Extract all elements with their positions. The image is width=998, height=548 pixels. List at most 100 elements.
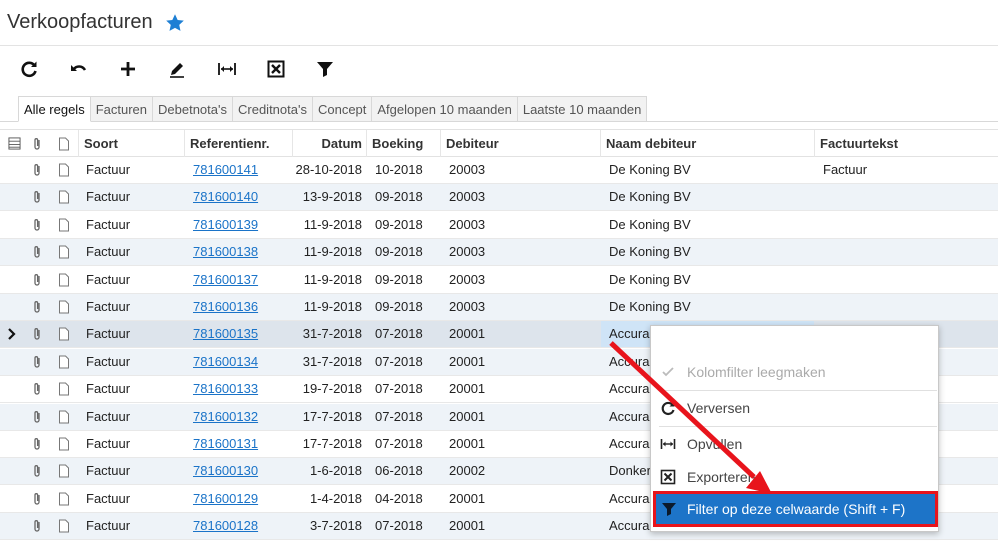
table-row[interactable]: Factuur 781600136 11-9-2018 09-2018 20003 De … (0, 294, 998, 321)
document-icon[interactable] (58, 190, 70, 204)
paperclip-icon[interactable] (31, 492, 43, 506)
undo-button[interactable] (66, 57, 92, 81)
tab-creditnota-s[interactable]: Creditnota's (233, 96, 313, 122)
cell-referentienr-link[interactable]: 781600140 (193, 189, 258, 204)
paperclip-icon[interactable] (31, 273, 43, 287)
column-header-naam-debiteur[interactable]: Naam debiteur (600, 130, 814, 157)
cell-datum: 11-9-2018 (303, 271, 362, 287)
cell-referentienr-link[interactable]: 781600137 (193, 272, 258, 287)
cell-naam-debiteur[interactable]: De Koning BV (601, 267, 814, 293)
cell-referentienr-link[interactable]: 781600136 (193, 299, 258, 314)
document-icon[interactable] (58, 519, 70, 533)
cell-referentienr-link[interactable]: 781600139 (193, 217, 258, 232)
menu-item-kolomfilter[interactable]: Kolomfilter leegmaken (651, 357, 938, 387)
cell-referentienr-link[interactable]: 781600141 (193, 162, 258, 177)
table-row[interactable]: Factuur 781600141 28-10-2018 10-2018 20003 De… (0, 157, 998, 184)
document-icon[interactable] (58, 163, 70, 177)
document-icon[interactable] (58, 355, 70, 369)
cell-referentienr-link[interactable]: 781600132 (193, 409, 258, 424)
cell-naam-debiteur[interactable]: De Koning BV (601, 157, 814, 183)
tab-laatste-10-maanden[interactable]: Laatste 10 maanden (517, 96, 648, 122)
column-chooser-icon[interactable] (8, 137, 21, 150)
tab-facturen[interactable]: Facturen (90, 96, 154, 122)
paperclip-icon[interactable] (31, 382, 43, 396)
table-row[interactable]: Factuur 781600137 11-9-2018 09-2018 20003 De … (0, 267, 998, 294)
document-icon[interactable] (58, 382, 70, 396)
filter-button[interactable] (312, 57, 338, 81)
paperclip-icon[interactable] (31, 519, 43, 533)
cell-naam-debiteur[interactable]: De Koning BV (601, 184, 814, 210)
tab-alle-regels[interactable]: Alle regels (18, 96, 91, 122)
menu-item-verversen[interactable]: Verversen (651, 393, 938, 423)
document-icon[interactable] (58, 437, 70, 451)
grid-header: Soort Referentienr. Datum Boeking Debite… (0, 129, 998, 157)
paperclip-icon[interactable] (31, 327, 43, 341)
cell-naam-debiteur[interactable]: De Koning BV (601, 294, 814, 320)
refresh-button[interactable] (16, 57, 42, 81)
table-row[interactable]: Factuur 781600139 11-9-2018 09-2018 20003 De … (0, 212, 998, 239)
cell-referentienr-link[interactable]: 781600129 (193, 491, 258, 506)
column-header-factuurtekst[interactable]: Factuurtekst (814, 130, 998, 157)
paperclip-icon[interactable] (31, 218, 43, 232)
menu-item-exporteren[interactable]: Exporteren (651, 462, 938, 492)
menu-item-filter[interactable]: Filter op deze celwaarde (Shift + F) (653, 491, 938, 527)
cell-factuurtekst (823, 184, 998, 210)
cell-referentienr-link[interactable]: 781600133 (193, 381, 258, 396)
document-icon[interactable] (58, 218, 70, 232)
menu-item-label: Filter op deze celwaarde (Shift + F) (687, 501, 906, 517)
column-header-datum[interactable]: Datum (292, 130, 366, 157)
fit-width-button[interactable] (214, 57, 240, 81)
cell-referentienr-link[interactable]: 781600130 (193, 463, 258, 478)
export-button[interactable] (263, 57, 289, 81)
column-header-boeking[interactable]: Boeking (366, 130, 440, 157)
add-button[interactable] (115, 57, 141, 81)
document-icon[interactable] (58, 464, 70, 478)
column-header-soort[interactable]: Soort (78, 130, 184, 157)
document-icon[interactable] (58, 245, 70, 259)
cell-datum: 11-9-2018 (303, 299, 362, 314)
document-icon[interactable] (58, 273, 70, 287)
paperclip-icon[interactable] (31, 464, 43, 478)
paperclip-icon[interactable] (31, 190, 43, 204)
tab-debetnota-s[interactable]: Debetnota's (153, 96, 233, 122)
cell-referentienr-link[interactable]: 781600131 (193, 436, 258, 451)
document-icon[interactable] (58, 327, 70, 341)
cell-debiteur: 20003 (449, 162, 486, 177)
cell-referentienr-link[interactable]: 781600138 (193, 244, 258, 259)
document-icon[interactable] (58, 410, 70, 424)
cell-boeking: 09-2018 (375, 271, 423, 287)
cell-referentienr-link[interactable]: 781600128 (193, 518, 258, 533)
paperclip-icon[interactable] (31, 410, 43, 424)
star-icon[interactable] (164, 12, 186, 34)
refresh-icon (661, 401, 675, 416)
cell-naam-debiteur[interactable]: De Koning BV (601, 212, 814, 238)
cell-naam-debiteur[interactable]: De Koning BV (601, 239, 814, 265)
edit-button[interactable] (164, 57, 190, 81)
menu-item-opvullen[interactable]: Opvullen (651, 429, 938, 459)
document-icon[interactable] (58, 492, 70, 506)
paperclip-icon[interactable] (31, 437, 43, 451)
column-header-referentienr[interactable]: Referentienr. (184, 130, 292, 157)
menu-item-label: Exporteren (687, 469, 756, 485)
paperclip-icon[interactable] (31, 245, 43, 259)
cell-datum: 17-7-2018 (302, 408, 362, 424)
cell-soort: Factuur (86, 271, 131, 287)
column-header-debiteur[interactable]: Debiteur (440, 130, 600, 157)
cell-referentienr-link[interactable]: 781600134 (193, 354, 258, 369)
document-icon[interactable] (58, 300, 70, 314)
table-row[interactable]: Factuur 781600138 11-9-2018 09-2018 20003 De … (0, 239, 998, 267)
cell-debiteur: 20001 (449, 408, 486, 424)
cell-factuurtekst (823, 294, 998, 320)
cell-factuurtekst (823, 267, 998, 293)
paperclip-icon[interactable] (31, 300, 43, 314)
paperclip-icon[interactable] (31, 355, 43, 369)
table-row[interactable]: Factuur 781600140 13-9-2018 09-2018 20003 De … (0, 184, 998, 212)
paperclip-icon (34, 138, 40, 150)
paperclip-icon[interactable] (31, 163, 43, 177)
refresh-icon (21, 61, 37, 78)
cell-debiteur: 20001 (449, 381, 486, 397)
cell-soort: Factuur (86, 463, 131, 479)
tab-concept[interactable]: Concept (312, 96, 373, 122)
tab-afgelopen-10-maanden[interactable]: Afgelopen 10 maanden (372, 96, 518, 122)
cell-referentienr-link[interactable]: 781600135 (193, 326, 258, 341)
